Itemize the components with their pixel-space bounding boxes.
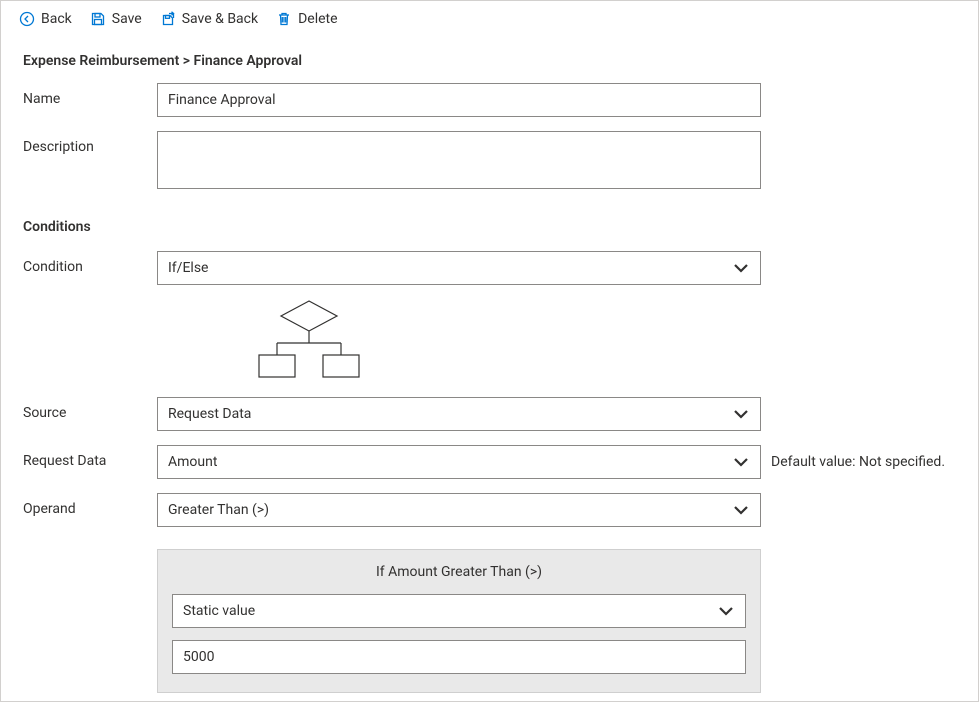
source-label: Source [23, 397, 157, 421]
request-data-select[interactable]: Amount [157, 445, 761, 479]
name-row: Name [23, 83, 956, 117]
if-condition-title: If Amount Greater Than (>) [172, 564, 746, 580]
breadcrumb: Expense Reimbursement > Finance Approval [23, 53, 956, 69]
save-back-label: Save & Back [182, 11, 258, 27]
operand-select-value: Greater Than (>) [168, 502, 269, 518]
save-label: Save [112, 11, 142, 27]
breadcrumb-separator: > [179, 53, 193, 69]
chevron-down-icon [732, 501, 750, 519]
condition-select-value: If/Else [168, 260, 208, 276]
source-select-value: Request Data [168, 406, 251, 422]
toolbar: Back Save Save & Back [1, 1, 978, 35]
request-data-row: Request Data Amount Default value: Not s… [23, 445, 956, 479]
description-row: Description [23, 131, 956, 193]
save-button[interactable]: Save [90, 11, 142, 27]
ifelse-diagram-icon [239, 299, 379, 385]
save-back-icon [160, 11, 176, 27]
description-label: Description [23, 131, 157, 155]
chevron-down-icon [732, 405, 750, 423]
operand-row: Operand Greater Than (>) [23, 493, 956, 527]
save-icon [90, 11, 106, 27]
name-label: Name [23, 83, 157, 107]
description-input[interactable] [157, 131, 761, 189]
conditions-heading: Conditions [23, 219, 956, 235]
page-frame: Back Save Save & Back [0, 0, 979, 702]
source-row: Source Request Data [23, 397, 956, 431]
static-value-input[interactable] [172, 640, 746, 674]
chevron-down-icon [732, 453, 750, 471]
breadcrumb-current: Finance Approval [194, 53, 302, 69]
content-area: Expense Reimbursement > Finance Approval… [1, 35, 978, 717]
value-type-select-value: Static value [183, 603, 255, 619]
source-select[interactable]: Request Data [157, 397, 761, 431]
save-back-button[interactable]: Save & Back [160, 11, 258, 27]
operand-label: Operand [23, 493, 157, 517]
condition-row: Condition If/Else [23, 251, 956, 285]
request-data-select-value: Amount [168, 454, 217, 470]
condition-select[interactable]: If/Else [157, 251, 761, 285]
delete-label: Delete [298, 11, 337, 27]
breadcrumb-parent[interactable]: Expense Reimbursement [23, 53, 179, 69]
value-type-select[interactable]: Static value [172, 594, 746, 628]
chevron-down-icon [717, 602, 735, 620]
request-data-label: Request Data [23, 445, 157, 469]
condition-label: Condition [23, 251, 157, 275]
arrow-left-circle-icon [19, 11, 35, 27]
trash-icon [276, 11, 292, 27]
delete-button[interactable]: Delete [276, 11, 337, 27]
chevron-down-icon [732, 259, 750, 277]
ifelse-diagram-row [23, 299, 956, 385]
back-label: Back [41, 11, 72, 27]
name-input[interactable] [157, 83, 761, 117]
operand-select[interactable]: Greater Than (>) [157, 493, 761, 527]
if-condition-panel: If Amount Greater Than (>) Static value [157, 549, 761, 693]
request-data-hint: Default value: Not specified. [771, 454, 945, 470]
back-button[interactable]: Back [19, 11, 72, 27]
